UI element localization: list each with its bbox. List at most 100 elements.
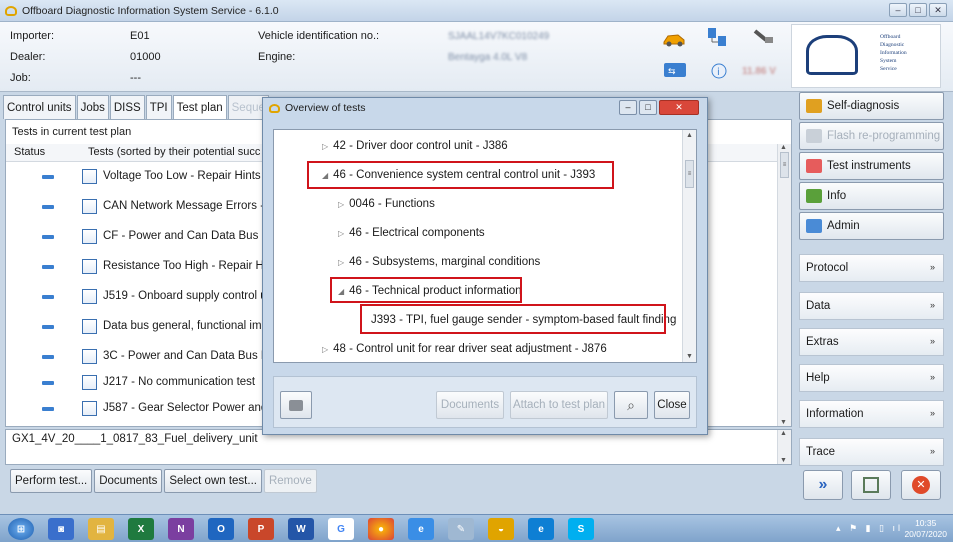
tab-tpi[interactable]: TPI [145, 95, 172, 119]
perform-test-button[interactable]: Perform test... [10, 469, 93, 493]
taskbar-clock[interactable]: 10:35 20/07/2020 [904, 518, 947, 540]
flash-reprogramming-button[interactable]: Flash re-programming [799, 122, 944, 150]
excel-icon[interactable]: X [128, 518, 154, 540]
expand-triangle-icon: ▷ [338, 229, 345, 238]
tree-item[interactable]: ▷ 46 - Subsystems, marginal conditions [338, 256, 540, 268]
internet-explorer-icon[interactable]: e [408, 518, 434, 540]
select-own-test-button[interactable]: Select own test... [164, 469, 262, 493]
engine-label: Engine: [258, 51, 296, 63]
close-window-button[interactable]: ✕ [929, 3, 947, 17]
scroll-up-arrow[interactable]: ▲ [686, 132, 693, 139]
tree-scrollbar[interactable]: ▲ ≡ ▼ [682, 130, 696, 362]
path-scrollbar[interactable]: ▲ ▼ [777, 430, 791, 464]
remove-button[interactable]: Remove [263, 469, 317, 493]
tab-diss[interactable]: DISS [109, 95, 145, 119]
chevron-down-icon: » [929, 300, 935, 310]
dialog-minimize-button[interactable]: – [619, 100, 637, 115]
info-icon [806, 189, 822, 203]
accordion-extras[interactable]: Extras » [799, 328, 944, 356]
search-button[interactable]: ⌕ [614, 391, 648, 419]
scroll-down-arrow[interactable]: ▼ [780, 419, 787, 426]
dialog-footer: Documents Attach to test plan ⌕ Close [273, 376, 697, 428]
chrome-icon[interactable]: ● [368, 518, 394, 540]
test-checkbox[interactable] [82, 229, 97, 244]
test-plan-actions: Perform test... Documents Select own tes… [10, 469, 317, 493]
dialog-close-x-button[interactable]: ✕ [659, 100, 699, 115]
test-instruments-button[interactable]: Test instruments [799, 152, 944, 180]
accordion-data[interactable]: Data » [799, 292, 944, 320]
google-icon[interactable]: G [328, 518, 354, 540]
edge-icon[interactable]: e [528, 518, 554, 540]
scroll-up-arrow[interactable]: ▲ [780, 144, 787, 151]
test-checkbox[interactable] [82, 199, 97, 214]
tab-control-units[interactable]: Control units [3, 95, 76, 119]
documents-button[interactable]: Documents [94, 469, 163, 493]
forward-button[interactable]: » [803, 470, 843, 500]
tree-item[interactable]: ▷ 46 - Electrical components [338, 227, 485, 239]
tab-test-plan[interactable]: Test plan [172, 95, 227, 119]
file-explorer-icon[interactable]: ▤ [88, 518, 114, 540]
scroll-down-arrow[interactable]: ▼ [686, 353, 693, 360]
double-arrow-icon: » [818, 476, 828, 493]
screenshot-button[interactable] [851, 470, 891, 500]
scroll-down-arrow[interactable]: ▼ [780, 457, 787, 464]
minimize-button[interactable]: – [889, 3, 907, 17]
accordion-information[interactable]: Information » [799, 400, 944, 428]
word-icon[interactable]: W [288, 518, 314, 540]
skype-icon[interactable]: S [568, 518, 594, 540]
admin-label: Admin [827, 220, 860, 232]
odis-taskbar-icon[interactable]: ◒ [488, 518, 514, 540]
chevron-down-icon: » [929, 408, 935, 418]
taskbar-app-icon[interactable]: ◙ [48, 518, 74, 540]
test-checkbox[interactable] [82, 169, 97, 184]
test-checkbox[interactable] [82, 375, 97, 390]
test-plan-scrollbar[interactable]: ▲ ≡ ▼ [777, 144, 791, 426]
close-button[interactable]: Close [654, 391, 690, 419]
scroll-thumb[interactable]: ≡ [685, 160, 694, 188]
start-button[interactable]: ⊞ [8, 518, 34, 540]
admin-button[interactable]: Admin [799, 212, 944, 240]
plug-icon [752, 28, 776, 46]
tab-jobs[interactable]: Jobs [76, 95, 109, 119]
test-checkbox[interactable] [82, 259, 97, 274]
scroll-thumb[interactable]: ≡ [780, 152, 789, 178]
info-button[interactable]: Info [799, 182, 944, 210]
documents-dialog-button[interactable]: Documents [436, 391, 504, 419]
camera-icon [289, 399, 303, 411]
test-plan-title: Tests in current test plan [12, 126, 132, 138]
accordion-protocol[interactable]: Protocol » [799, 254, 944, 282]
tree-item[interactable]: ▷ 0046 - Functions [338, 198, 435, 210]
system-tray[interactable]: ▴ ⚑ ▮ ▯ ıl [836, 523, 903, 534]
test-path-text: GX1_4V_20____1_0817_83_Fuel_delivery_uni… [12, 433, 258, 445]
attach-to-test-plan-button[interactable]: Attach to test plan [510, 391, 608, 419]
tests-column-header[interactable]: Tests (sorted by their potential succ [88, 146, 260, 158]
tree-item[interactable]: ▷ 42 - Driver door control unit - J386 [322, 140, 508, 152]
status-icon [42, 295, 54, 299]
vci-icon: ⇆ [663, 62, 687, 80]
onenote-icon[interactable]: N [168, 518, 194, 540]
paint-icon[interactable]: ✎ [448, 518, 474, 540]
svg-text:i: i [717, 67, 720, 78]
outlook-icon[interactable]: O [208, 518, 234, 540]
close-circle-icon: ✕ [912, 476, 930, 494]
exit-button[interactable]: ✕ [901, 470, 941, 500]
flash-icon [806, 129, 822, 143]
test-checkbox[interactable] [82, 319, 97, 334]
importer-label: Importer: [10, 30, 55, 42]
accordion-help[interactable]: Help » [799, 364, 944, 392]
test-checkbox[interactable] [82, 289, 97, 304]
scroll-up-arrow[interactable]: ▲ [780, 430, 787, 437]
accordion-trace[interactable]: Trace » [799, 438, 944, 466]
dialog-maximize-button[interactable]: □ [639, 100, 657, 115]
tree-item[interactable]: ▷ 48 - Control unit for rear driver seat … [322, 343, 607, 355]
test-checkbox[interactable] [82, 401, 97, 416]
taskbar: ⊞ ◙ ▤ X N O P W G ● e ✎ ◒ e S ▴ ⚑ ▮ ▯ ıl… [0, 514, 953, 542]
expand-triangle-icon: ▷ [338, 200, 345, 209]
status-column-header[interactable]: Status [14, 146, 45, 158]
vin-label: Vehicle identification no.: [258, 30, 380, 42]
self-diagnosis-button[interactable]: Self-diagnosis [799, 92, 944, 120]
camera-button[interactable] [280, 391, 312, 419]
powerpoint-icon[interactable]: P [248, 518, 274, 540]
test-checkbox[interactable] [82, 349, 97, 364]
maximize-button[interactable]: □ [909, 3, 927, 17]
